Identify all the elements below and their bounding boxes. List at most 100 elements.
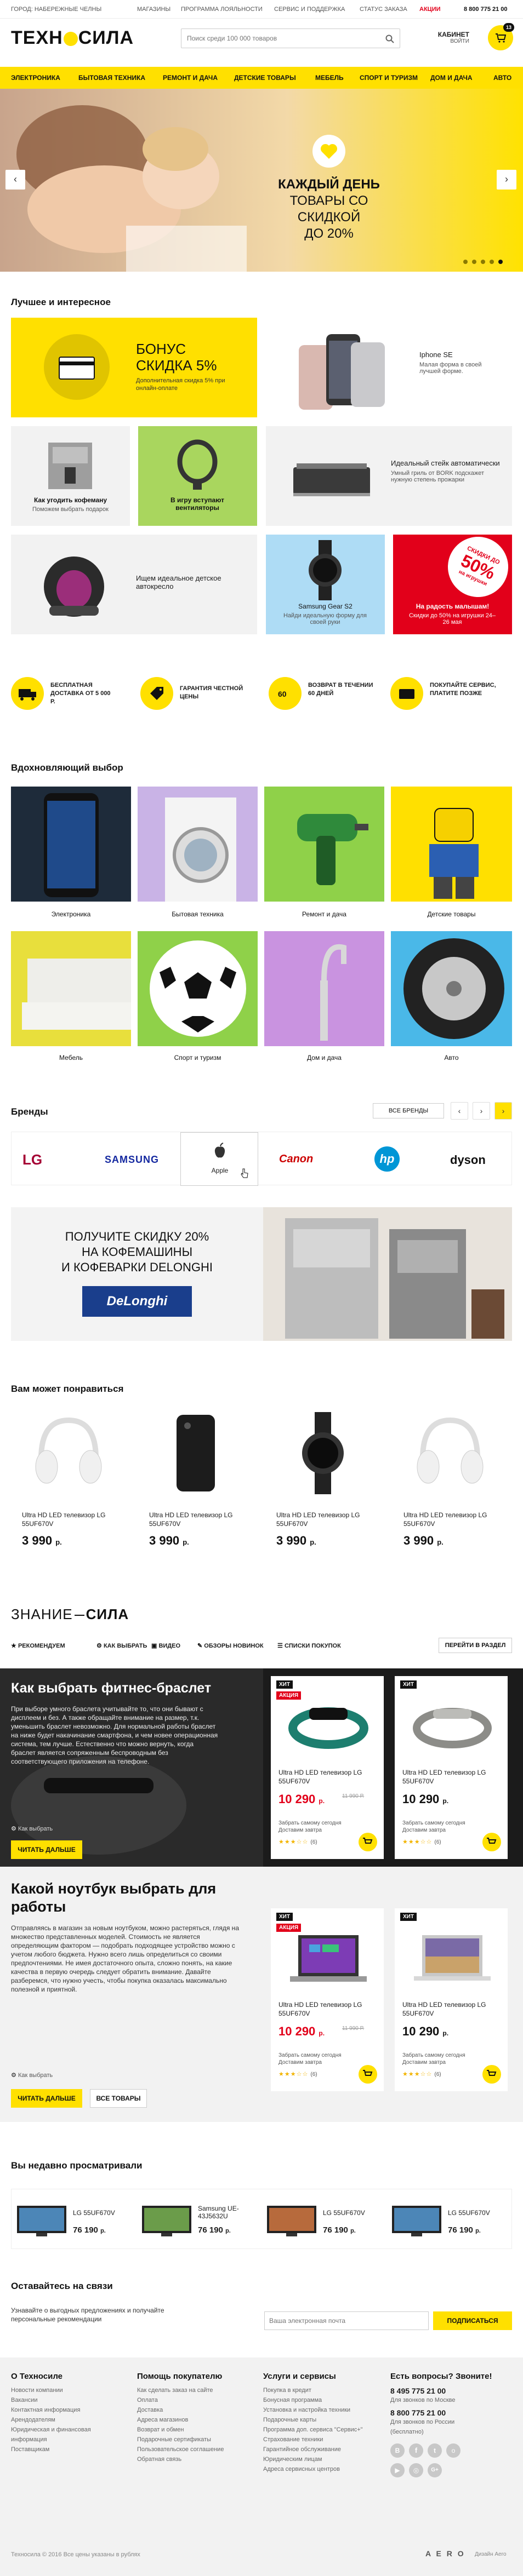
tab-video[interactable]: ▣ ВИДЕО bbox=[151, 1642, 180, 1649]
hero-dot[interactable] bbox=[472, 260, 476, 264]
tab-lists[interactable]: ☰ СПИСКИ ПОКУПОК bbox=[277, 1642, 341, 1649]
aero-logo[interactable]: A E R O bbox=[425, 2549, 465, 2558]
product-name[interactable]: Ultra HD LED телевизор LG 55UF670V bbox=[276, 1511, 369, 1528]
footer-link[interactable]: Возврат и обмен bbox=[137, 2425, 252, 2435]
hero-dot[interactable] bbox=[463, 260, 468, 264]
hero-next-button[interactable]: › bbox=[497, 170, 516, 190]
add-to-cart-button[interactable] bbox=[359, 1833, 377, 1851]
nav-item-auto[interactable]: АВТО bbox=[493, 74, 511, 82]
hero-banner[interactable]: КАЖДЫЙ ДЕНЬ ТОВАРЫ СО СКИДКОЙ ДО 20% ‹ › bbox=[0, 89, 523, 272]
product-name[interactable]: Ultra HD LED телевизор LG 55UF670V bbox=[149, 1511, 242, 1528]
youtube-icon[interactable]: ▶ bbox=[390, 2463, 405, 2477]
category-home[interactable] bbox=[264, 931, 384, 1046]
tab-recommended[interactable]: ★ РЕКОМЕНДУЕМ bbox=[11, 1642, 65, 1649]
add-to-cart-button[interactable] bbox=[482, 1833, 501, 1851]
laptop-read-more-button[interactable]: ЧИТАТЬ ДАЛЬШЕ bbox=[11, 2089, 82, 2108]
product-card[interactable]: Ultra HD LED телевизор LG 55UF670V 3 990… bbox=[11, 1412, 126, 1576]
brand-hp-logo[interactable]: hp bbox=[374, 1146, 400, 1172]
search-icon[interactable] bbox=[385, 35, 394, 43]
footer-link[interactable]: Доставка bbox=[137, 2405, 252, 2415]
product-card[interactable]: Ultra HD LED телевизор LG 55UF670V 3 990… bbox=[393, 1412, 508, 1576]
recent-item[interactable]: LG 55UF670V 76 190 р. bbox=[262, 2189, 386, 2250]
brand-dyson-logo[interactable]: dyson bbox=[450, 1153, 486, 1167]
recent-item[interactable]: LG 55UF670V 76 190 р. bbox=[12, 2189, 137, 2250]
hero-dot[interactable] bbox=[481, 260, 485, 264]
product-card[interactable]: Ultra HD LED телевизор LG 55UF670V 3 990… bbox=[265, 1412, 380, 1576]
category-repair[interactable] bbox=[264, 787, 384, 902]
delonghi-promo[interactable]: ПОЛУЧИТЕ СКИДКУ 20% НА КОФЕМАШИНЫ И КОФЕ… bbox=[11, 1207, 512, 1341]
footer-link[interactable]: Программа доп. сервиса "Сервис+" bbox=[263, 2425, 384, 2435]
znanie-logo[interactable]: ЗНАНИЕ СИЛА bbox=[11, 1606, 129, 1623]
footer-link[interactable]: Юридическая и финансовая информация bbox=[11, 2425, 126, 2445]
hero-dot[interactable] bbox=[490, 260, 494, 264]
footer-link[interactable]: Как сделать заказ на сайте bbox=[137, 2385, 252, 2395]
product-name[interactable]: Ultra HD LED телевизор LG 55UF670V bbox=[278, 2000, 377, 2018]
product-name[interactable]: Ultra HD LED телевизор LG 55UF670V bbox=[278, 1768, 377, 1786]
laptop-product-card-2[interactable]: ХИТ Ultra HD LED телевизор LG 55UF670V 1… bbox=[395, 1908, 508, 2091]
laptop-howto[interactable]: ⚙ Как выбрать bbox=[11, 2072, 53, 2079]
contact-phone-russia[interactable]: 8 800 775 21 00 bbox=[390, 2408, 512, 2417]
footer-link[interactable]: Подарочные карты bbox=[263, 2415, 384, 2425]
footer-link[interactable]: Оплата bbox=[137, 2395, 252, 2405]
city-selector[interactable]: ГОРОД: НАБЕРЕЖНЫЕ ЧЕЛНЫ bbox=[11, 6, 101, 13]
footer-link[interactable]: Юридическим лицам bbox=[263, 2454, 384, 2464]
subscribe-button[interactable]: ПОДПИСАТЬСЯ bbox=[433, 2311, 512, 2330]
footer-link[interactable]: Бонусная программа bbox=[263, 2395, 384, 2405]
footer-link[interactable]: Поставщикам bbox=[11, 2445, 126, 2454]
footer-link[interactable]: Адреса сервисных центров bbox=[263, 2464, 384, 2474]
category-sport[interactable] bbox=[138, 931, 258, 1046]
hero-dot-active[interactable] bbox=[498, 260, 503, 264]
footer-link[interactable]: Обратная связь bbox=[137, 2454, 252, 2464]
footer-link[interactable]: Покупка в кредит bbox=[263, 2385, 384, 2395]
tile-grill[interactable]: Идеальный стейк автоматически Умный грил… bbox=[266, 426, 512, 526]
googleplus-icon[interactable]: G+ bbox=[428, 2463, 442, 2477]
fitness-product-card-2[interactable]: ХИТ Ultra HD LED телевизор LG 55UF670V 1… bbox=[395, 1676, 508, 1859]
topbar-link-order-status[interactable]: СТАТУС ЗАКАЗА bbox=[360, 6, 407, 13]
contact-phone-moscow[interactable]: 8 495 775 21 00 bbox=[390, 2386, 512, 2395]
vk-icon[interactable]: В bbox=[390, 2443, 405, 2458]
footer-link[interactable]: Страхование техники bbox=[263, 2435, 384, 2445]
nav-item-repair[interactable]: РЕМОНТ И ДАЧА bbox=[163, 74, 218, 82]
fitness-howto[interactable]: ⚙ Как выбрать bbox=[11, 1825, 53, 1832]
twitter-icon[interactable]: t bbox=[428, 2443, 442, 2458]
laptop-product-card-1[interactable]: ХИТ АКЦИЯ Ultra HD LED телевизор LG 55UF… bbox=[271, 1908, 384, 2091]
tile-coffee[interactable]: Как угодить кофеману Поможем выбрать под… bbox=[11, 426, 130, 526]
recent-item[interactable]: Samsung UE-43J5632U 76 190 р. bbox=[137, 2189, 262, 2250]
product-name[interactable]: Ultra HD LED телевизор LG 55UF670V bbox=[403, 1511, 497, 1528]
footer-link[interactable]: Установка и настройка техники bbox=[263, 2405, 384, 2415]
topbar-link-loyalty[interactable]: ПРОГРАММА ЛОЯЛЬНОСТИ bbox=[181, 6, 263, 13]
facebook-icon[interactable]: f bbox=[409, 2443, 423, 2458]
brand-samsung-logo[interactable]: SAMSUNG bbox=[105, 1154, 159, 1166]
category-label-home[interactable]: Дом и дача bbox=[264, 1054, 384, 1062]
category-appliances[interactable] bbox=[138, 787, 258, 902]
nav-item-electronics[interactable]: ЭЛЕКТРОНИКА bbox=[11, 74, 60, 82]
footer-link[interactable]: Адреса магазинов bbox=[137, 2415, 252, 2425]
nav-item-kids[interactable]: ДЕТСКИЕ ТОВАРЫ bbox=[234, 74, 296, 82]
topbar-phone[interactable]: 8 800 775 21 00 bbox=[464, 6, 508, 13]
product-name[interactable]: Ultra HD LED телевизор LG 55UF670V bbox=[22, 1511, 115, 1528]
email-input[interactable] bbox=[264, 2311, 429, 2330]
product-name[interactable]: Ultra HD LED телевизор LG 55UF670V bbox=[402, 1768, 501, 1786]
product-card[interactable]: Ultra HD LED телевизор LG 55UF670V 3 990… bbox=[138, 1412, 253, 1576]
category-label-furniture[interactable]: Мебель bbox=[11, 1054, 131, 1062]
topbar-link-service[interactable]: СЕРВИС И ПОДДЕРЖКА bbox=[274, 6, 345, 13]
tile-iphone[interactable]: Iphone SE Малая форма в своей лучшей фор… bbox=[266, 318, 512, 417]
all-brands-button[interactable]: ВСЕ БРЕНДЫ bbox=[373, 1103, 444, 1118]
footer-link[interactable]: Подарочные сертификаты bbox=[137, 2435, 252, 2445]
category-electronics[interactable] bbox=[11, 787, 131, 902]
logo[interactable]: ТЕХН СИЛА bbox=[11, 27, 134, 49]
category-label-sport[interactable]: Спорт и туризм bbox=[138, 1054, 258, 1062]
brands-all-button[interactable]: › bbox=[494, 1102, 512, 1120]
category-label-kids[interactable]: Детские товары bbox=[391, 910, 512, 918]
tile-gift[interactable]: СКИДКИ ДО 50% на игрушки На радость малы… bbox=[393, 535, 512, 634]
nav-item-furniture[interactable]: МЕБЕЛЬ bbox=[315, 74, 344, 82]
hero-prev-button[interactable]: ‹ bbox=[5, 170, 25, 190]
recent-item[interactable]: LG 55UF670V 76 190 р. bbox=[386, 2189, 511, 2250]
brand-apple-tile[interactable]: Apple bbox=[180, 1132, 258, 1186]
tile-gear[interactable]: Samsung Gear S2 Найди идеальную форму дл… bbox=[266, 535, 385, 634]
category-label-appliances[interactable]: Бытовая техника bbox=[138, 910, 258, 918]
brands-prev-button[interactable]: ‹ bbox=[451, 1102, 468, 1120]
fitness-read-more-button[interactable]: ЧИТАТЬ ДАЛЬШЕ bbox=[11, 1840, 82, 1859]
footer-link[interactable]: Пользовательское соглашение bbox=[137, 2445, 252, 2454]
footer-link[interactable]: Новости компании bbox=[11, 2385, 126, 2395]
